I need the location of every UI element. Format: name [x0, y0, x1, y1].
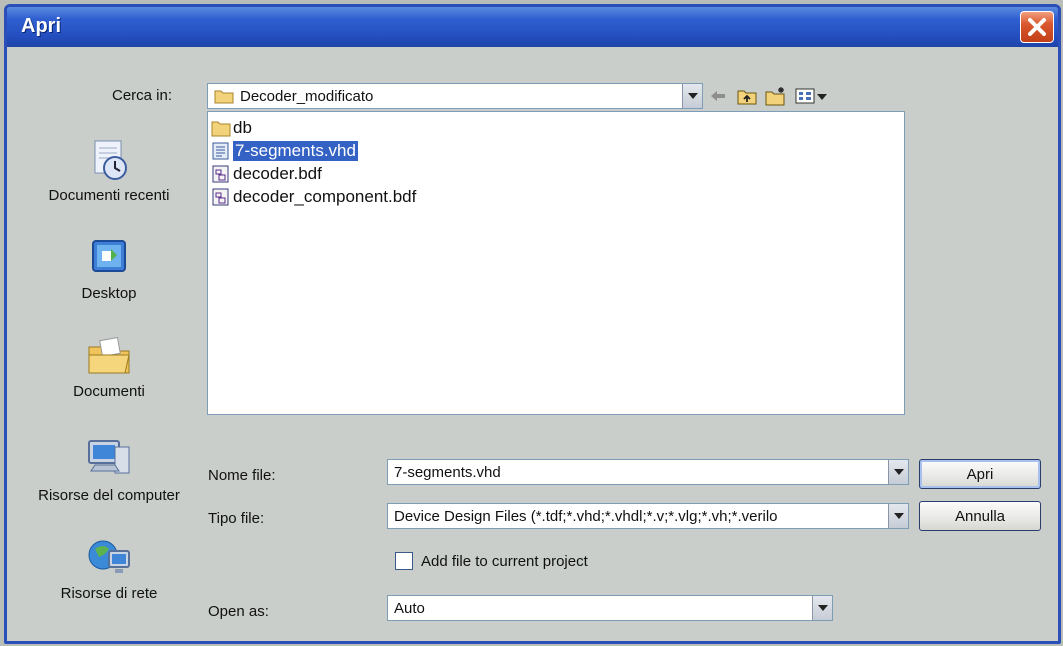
places-label: Documenti	[73, 383, 145, 400]
title-bar[interactable]: Apri	[7, 7, 1058, 47]
file-type-dropdown[interactable]: Device Design Files (*.tdf;*.vhd;*.vhdl;…	[387, 503, 909, 529]
list-item-decoder[interactable]: decoder.bdf	[211, 162, 901, 185]
file-name-input[interactable]: 7-segments.vhd	[387, 459, 909, 485]
chevron-down-icon[interactable]	[812, 596, 832, 620]
folder-icon	[214, 90, 234, 104]
places-label: Documenti recenti	[48, 187, 170, 204]
places-desktop[interactable]: Desktop	[19, 235, 199, 303]
look-in-dropdown[interactable]: Decoder_modificato	[207, 83, 703, 109]
chevron-down-icon[interactable]	[888, 460, 908, 484]
file-name: decoder_component.bdf	[233, 186, 417, 206]
file-name: db	[233, 117, 252, 137]
close-button[interactable]	[1020, 11, 1054, 43]
vhd-file-icon	[212, 142, 229, 159]
file-list[interactable]: db 7-segments.vhd decoder.bdf decoder_co…	[207, 111, 905, 415]
open-dialog: Apri Cerca in: Decoder_modificato Docume…	[4, 4, 1061, 644]
dialog-title: Apri	[21, 15, 61, 37]
chevron-down-icon[interactable]	[682, 84, 702, 108]
look-in-value: Decoder_modificato	[240, 87, 374, 105]
open-button[interactable]: Apri	[919, 459, 1041, 489]
list-item-db[interactable]: db	[211, 116, 901, 139]
file-name-value[interactable]: 7-segments.vhd	[388, 464, 888, 481]
places-label: Desktop	[81, 285, 137, 302]
open-as-label: Open as:	[208, 603, 269, 620]
up-folder-icon	[737, 90, 757, 105]
places-my-computer[interactable]: Risorse del computer	[19, 437, 199, 505]
new-folder-button[interactable]	[763, 85, 789, 107]
file-name: 7-segments.vhd	[233, 140, 358, 161]
file-name: decoder.bdf	[233, 163, 322, 183]
back-button[interactable]	[707, 85, 729, 107]
places-label: Risorse di rete	[60, 585, 158, 602]
file-type-value: Device Design Files (*.tdf;*.vhd;*.vhdl;…	[394, 507, 778, 525]
open-as-dropdown[interactable]: Auto	[387, 595, 833, 621]
desktop-icon	[92, 240, 126, 272]
list-item-7-segments[interactable]: 7-segments.vhd	[211, 139, 901, 162]
documents-folder-icon	[88, 336, 130, 374]
file-type-label: Tipo file:	[208, 510, 265, 527]
places-recent-documents[interactable]: Documenti recenti	[19, 137, 199, 205]
back-arrow-icon	[711, 91, 725, 101]
chevron-down-icon[interactable]	[888, 504, 908, 528]
open-as-value: Auto	[394, 599, 425, 617]
cancel-button[interactable]: Annulla	[919, 501, 1041, 531]
places-network[interactable]: Risorse di rete	[19, 535, 199, 603]
my-computer-icon	[88, 440, 130, 474]
add-to-project-checkbox[interactable]	[395, 552, 413, 570]
folder-icon	[211, 121, 231, 136]
recent-documents-icon	[94, 140, 127, 180]
look-in-label: Cerca in:	[112, 87, 173, 104]
bdf-file-icon	[212, 165, 229, 182]
list-item-decoder-component[interactable]: decoder_component.bdf	[211, 185, 901, 208]
places-label: Risorse del computer	[38, 487, 180, 504]
up-folder-button[interactable]	[735, 85, 759, 107]
view-menu-button[interactable]	[795, 85, 829, 107]
close-icon	[1028, 18, 1046, 36]
places-documents[interactable]: Documenti	[19, 333, 199, 401]
view-menu-icon	[795, 88, 827, 104]
new-folder-icon	[765, 87, 785, 106]
bdf-file-icon	[212, 188, 229, 205]
file-name-label: Nome file:	[208, 467, 276, 484]
network-icon	[88, 540, 130, 573]
add-to-project-label[interactable]: Add file to current project	[421, 553, 588, 570]
